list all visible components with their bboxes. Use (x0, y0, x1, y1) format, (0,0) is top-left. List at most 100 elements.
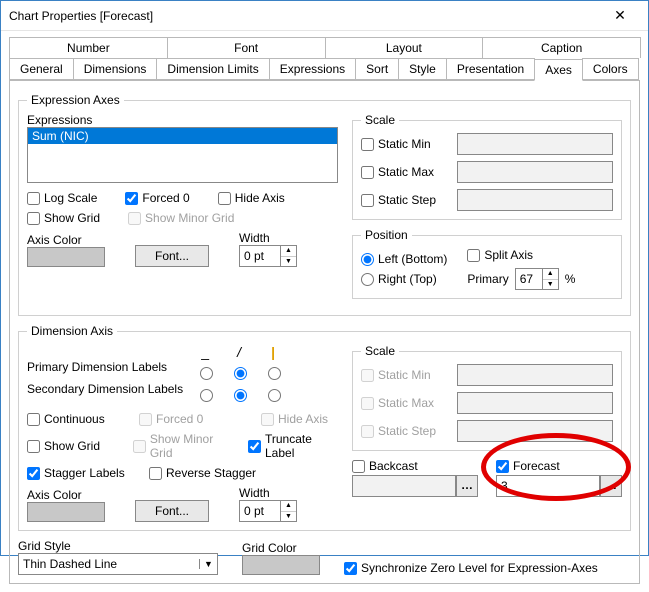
tab-layout[interactable]: Layout (325, 37, 484, 58)
grid-style-select[interactable]: Thin Dashed Line ▼ (18, 553, 218, 575)
expression-axes-group: Expression Axes Expressions Sum (NIC) Lo… (18, 93, 631, 316)
expr-width-input[interactable] (240, 246, 280, 266)
dim-static-min-checkbox: Static Min (361, 368, 449, 382)
dim-axis-color-label: Axis Color (27, 488, 105, 502)
tab-number[interactable]: Number (9, 37, 168, 58)
static-step-checkbox[interactable]: Static Step (361, 193, 449, 207)
tab-caption[interactable]: Caption (482, 37, 641, 58)
forced0-checkbox[interactable]: Forced 0 (125, 191, 189, 205)
axis-color-swatch[interactable] (27, 247, 105, 267)
primary-spinner[interactable]: ▲▼ (515, 268, 559, 290)
forecast-browse-button[interactable]: … (600, 475, 622, 497)
dim-font-button[interactable]: Font... (135, 500, 209, 522)
static-max-checkbox[interactable]: Static Max (361, 165, 449, 179)
expression-item-0[interactable]: Sum (NIC) (28, 128, 337, 144)
position-group: Position Left (Bottom) Right (Top) Split… (352, 228, 622, 299)
tab-dimensions[interactable]: Dimensions (73, 58, 158, 80)
expressions-label: Expressions (27, 113, 338, 127)
primary-label: Primary (467, 272, 508, 286)
axes-page: Expression Axes Expressions Sum (NIC) Lo… (9, 81, 640, 584)
backcast-field (352, 475, 456, 497)
titlebar: Chart Properties [Forecast] ✕ (1, 1, 648, 31)
tab-axes[interactable]: Axes (534, 59, 583, 81)
expr-width-label: Width (239, 231, 297, 245)
tab-colors[interactable]: Colors (582, 58, 639, 80)
dialog-body: Number Font Layout Caption General Dimen… (1, 31, 648, 592)
grid-color-swatch[interactable] (242, 555, 320, 575)
pos-left-radio[interactable]: Left (Bottom) (361, 252, 447, 266)
tab-style[interactable]: Style (398, 58, 447, 80)
down-icon[interactable]: ▼ (543, 280, 558, 290)
static-step-field (457, 189, 613, 211)
primary-input[interactable] (516, 269, 542, 289)
backcast-browse-button[interactable]: … (456, 475, 478, 497)
tab-sort[interactable]: Sort (355, 58, 399, 80)
down-icon[interactable]: ▼ (281, 512, 296, 522)
dim-width-spinner[interactable]: ▲▼ (239, 500, 297, 522)
dim-width-input[interactable] (240, 501, 280, 521)
reverse-stagger-checkbox[interactable]: Reverse Stagger (149, 466, 256, 480)
tab-dimension-limits[interactable]: Dimension Limits (156, 58, 269, 80)
log-scale-checkbox[interactable]: Log Scale (27, 191, 97, 205)
dim-show-minor-grid-checkbox: Show Minor Grid (133, 432, 226, 460)
tab-general[interactable]: General (9, 58, 74, 80)
tick-col-vert: | (271, 344, 275, 358)
pos-right-radio[interactable]: Right (Top) (361, 272, 447, 286)
dim-static-step-checkbox: Static Step (361, 424, 449, 438)
split-axis-checkbox[interactable]: Split Axis (467, 248, 575, 262)
sync-zero-checkbox[interactable]: Synchronize Zero Level for Expression-Ax… (344, 561, 598, 575)
dim-axis-color-swatch[interactable] (27, 502, 105, 522)
forecast-field[interactable] (496, 475, 600, 497)
truncate-label-checkbox[interactable]: Truncate Label (248, 432, 338, 460)
show-minor-grid-checkbox: Show Minor Grid (128, 211, 234, 225)
grid-style-value: Thin Dashed Line (19, 557, 199, 571)
up-icon[interactable]: ▲ (543, 269, 558, 280)
chevron-down-icon[interactable]: ▼ (199, 559, 217, 569)
tab-font[interactable]: Font (167, 37, 326, 58)
tick-col-slash: / (237, 344, 241, 358)
expr-scale-legend: Scale (361, 113, 399, 127)
sdl-slash-radio[interactable] (234, 389, 247, 402)
expr-scale-group: Scale Static Min Static Max Static Step (352, 113, 622, 220)
up-icon[interactable]: ▲ (281, 501, 296, 512)
forecast-checkbox[interactable]: Forecast (496, 459, 622, 473)
hide-axis-checkbox[interactable]: Hide Axis (218, 191, 285, 205)
stagger-labels-checkbox[interactable]: Stagger Labels (27, 466, 127, 480)
dim-static-max-field (457, 392, 613, 414)
dim-show-grid-checkbox[interactable]: Show Grid (27, 439, 111, 453)
dim-static-min-field (457, 364, 613, 386)
close-button[interactable]: ✕ (600, 2, 640, 30)
dim-width-label: Width (239, 486, 297, 500)
show-grid-checkbox[interactable]: Show Grid (27, 211, 100, 225)
up-icon[interactable]: ▲ (281, 246, 296, 257)
tab-presentation[interactable]: Presentation (446, 58, 535, 80)
dim-hide-axis-checkbox: Hide Axis (261, 412, 328, 426)
dim-static-step-field (457, 420, 613, 442)
secondary-dim-labels: Secondary Dimension Labels (27, 382, 183, 396)
sdl-vert-radio[interactable] (268, 389, 281, 402)
expr-font-button[interactable]: Font... (135, 245, 209, 267)
primary-dim-labels: Primary Dimension Labels (27, 360, 183, 374)
expressions-listbox[interactable]: Sum (NIC) (27, 127, 338, 183)
pdl-vert-radio[interactable] (268, 367, 281, 380)
axis-color-label: Axis Color (27, 233, 105, 247)
down-icon[interactable]: ▼ (281, 257, 296, 267)
backcast-checkbox[interactable]: Backcast (352, 459, 478, 473)
dim-forced0-checkbox: Forced 0 (139, 412, 239, 426)
pdl-slash-radio[interactable] (234, 367, 247, 380)
expression-axes-legend: Expression Axes (27, 93, 124, 107)
sdl-flat-radio[interactable] (200, 389, 213, 402)
tab-expressions[interactable]: Expressions (269, 58, 356, 80)
tick-col-flat: _ (201, 344, 209, 358)
static-max-field (457, 161, 613, 183)
dimension-axis-group: Dimension Axis Primary Dimension Labels … (18, 324, 631, 531)
dimension-axis-legend: Dimension Axis (27, 324, 117, 338)
tabs-row-top: Number Font Layout Caption (9, 37, 640, 58)
grid-color-label: Grid Color (242, 541, 320, 555)
dim-scale-group: Scale Static Min Static Max Static Step (352, 344, 622, 451)
expr-width-spinner[interactable]: ▲▼ (239, 245, 297, 267)
static-min-checkbox[interactable]: Static Min (361, 137, 449, 151)
continuous-checkbox[interactable]: Continuous (27, 412, 117, 426)
pdl-flat-radio[interactable] (200, 367, 213, 380)
position-legend: Position (361, 228, 412, 242)
